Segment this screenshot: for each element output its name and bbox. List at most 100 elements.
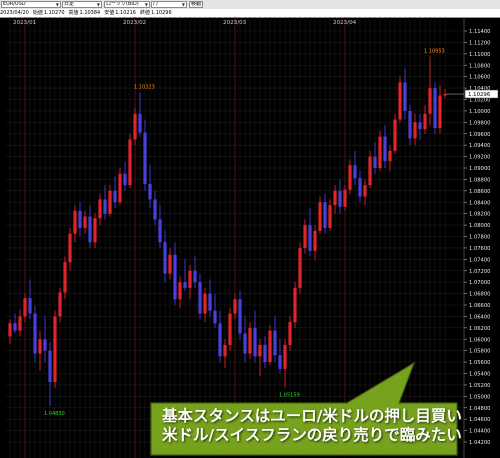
- candle-body: [348, 165, 352, 190]
- candle-body: [408, 110, 412, 139]
- candle-body: [423, 113, 427, 130]
- candle-body: [273, 330, 277, 356]
- candle-body: [33, 313, 37, 354]
- y-tick-label: 1.07400: [469, 257, 490, 263]
- candle-body: [118, 173, 122, 203]
- callout-text: 基本スタンスはユーロ/米ドルの押し目買い 米ドル/スイスフランの戻り売りで臨みた…: [157, 403, 462, 451]
- callout-line-2: 米ドル/スイスフランの戻り売りで臨みたい: [162, 426, 462, 444]
- candle-body: [238, 299, 242, 334]
- candle-body: [198, 282, 202, 314]
- x-axis-label: 2023/01: [13, 20, 37, 26]
- candle-body: [378, 136, 382, 168]
- candle-body: [373, 156, 377, 168]
- candle-body: [303, 225, 307, 248]
- candle-body: [183, 282, 187, 288]
- candle-body: [68, 233, 72, 263]
- candle-body: [283, 344, 287, 369]
- info-date: 2023/04/20: [0, 10, 29, 16]
- candlestick-chart[interactable]: 1.04830 1.10323 1.05159 1.10953 1.11400 1.11…: [0, 17, 500, 458]
- price-axis: 1.114001.112001.110001.108001.106001.104…: [463, 17, 490, 458]
- y-tick-label: 1.09000: [469, 166, 490, 172]
- candle-body: [278, 355, 282, 369]
- candle-body: [368, 156, 372, 186]
- y-tick-label: 1.04800: [469, 406, 490, 412]
- candle-body: [213, 310, 217, 324]
- y-tick-label: 1.04600: [469, 417, 490, 423]
- candle-body: [298, 247, 302, 288]
- candle-body: [233, 299, 237, 314]
- candle-body: [38, 339, 42, 354]
- candle-body: [88, 216, 92, 243]
- info-high-label: 高値: [68, 10, 79, 16]
- y-tick-label: 1.09800: [469, 120, 490, 126]
- chart-style-select[interactable]: ローソク(BID) ▼: [104, 1, 150, 8]
- candle-body: [13, 323, 17, 331]
- y-tick-label: 1.06200: [469, 326, 490, 332]
- candle-body: [388, 150, 392, 162]
- y-tick-label: 1.06400: [469, 314, 490, 320]
- candle-body: [418, 122, 422, 130]
- candles: [8, 56, 447, 407]
- y-tick-label: 1.07600: [469, 246, 490, 252]
- toolbar: EUR/USD ▼ 日足 ▼ ローソク(BID) ▼ / / ▼ 移動: [0, 0, 500, 9]
- current-price-tag: 1.10296: [446, 89, 499, 99]
- y-tick-label: 1.10800: [469, 63, 490, 69]
- y-tick-label: 1.06800: [469, 292, 490, 298]
- candle-body: [258, 344, 262, 357]
- go-button[interactable]: 移動: [189, 1, 203, 8]
- candle-body: [293, 287, 297, 323]
- y-tick-label: 1.09200: [469, 155, 490, 161]
- candle-body: [438, 95, 442, 129]
- candle-body: [128, 139, 132, 186]
- candle-body: [123, 173, 127, 186]
- candle-body: [53, 316, 57, 383]
- candle-body: [428, 88, 432, 114]
- y-tick-label: 1.06600: [469, 303, 490, 309]
- candle-body: [133, 113, 137, 140]
- candle-body: [393, 119, 397, 151]
- date-input[interactable]: / / ▼: [151, 1, 187, 8]
- candle-body: [168, 254, 172, 274]
- info-open-label: 始値: [32, 10, 43, 16]
- candle-body: [433, 88, 437, 129]
- candle-body: [43, 339, 47, 351]
- low-price-label: 1.05159: [279, 392, 300, 398]
- y-tick-label: 1.10600: [469, 75, 490, 81]
- candle-body: [338, 190, 342, 207]
- candle-body: [253, 327, 257, 357]
- candle-body: [28, 298, 32, 314]
- x-axis-label: 2023/04: [333, 20, 357, 26]
- price-annotations: 1.04830 1.10323 1.05159 1.10953: [44, 49, 445, 418]
- candle-body: [153, 199, 157, 220]
- y-tick-label: 1.08800: [469, 177, 490, 183]
- high-price-label: 1.10953: [424, 49, 445, 55]
- symbol-value: EUR/USD: [3, 1, 26, 7]
- candle-body: [363, 185, 367, 197]
- candle-body: [63, 262, 67, 293]
- candle-body: [203, 293, 207, 314]
- timeframe-select[interactable]: 日足 ▼: [62, 1, 102, 8]
- candle-body: [328, 205, 332, 228]
- y-tick-label: 1.08600: [469, 189, 490, 195]
- candle-body: [163, 242, 167, 274]
- candle-body: [143, 132, 147, 184]
- y-tick-label: 1.05800: [469, 349, 490, 355]
- y-tick-label: 1.10200: [469, 98, 490, 104]
- candle-body: [308, 225, 312, 251]
- y-tick-label: 1.08400: [469, 200, 490, 206]
- info-low-label: 安値: [104, 10, 115, 16]
- timeframe-value: 日足: [64, 1, 75, 7]
- callout-line-1: 基本スタンスはユーロ/米ドルの押し目買い: [162, 407, 462, 425]
- chart-style-value: ローソク(BID): [106, 1, 139, 7]
- y-tick-label: 1.09400: [469, 143, 490, 149]
- low-price-label: 1.04830: [44, 411, 65, 417]
- info-close-label: 終値: [139, 10, 150, 16]
- candle-body: [103, 199, 107, 214]
- y-tick-label: 1.05000: [469, 394, 490, 400]
- info-high-value: 1.10384: [79, 10, 101, 16]
- candle-body: [98, 199, 102, 219]
- candle-body: [8, 323, 12, 337]
- y-tick-label: 1.11000: [469, 52, 490, 58]
- candle-body: [248, 327, 252, 354]
- symbol-select[interactable]: EUR/USD ▼: [1, 1, 61, 8]
